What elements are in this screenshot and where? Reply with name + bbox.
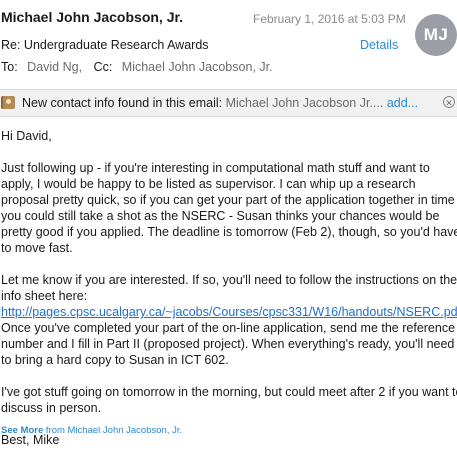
contact-card-icon bbox=[1, 96, 15, 109]
body-line: Once you've completed your part of the o… bbox=[1, 321, 456, 335]
body-line: number and I fill in Part II (proposed p… bbox=[1, 337, 455, 351]
to-label: To: bbox=[1, 60, 18, 74]
see-more-from[interactable]: from Michael John Jacobson, Jr. bbox=[46, 425, 182, 436]
cc-label: Cc: bbox=[93, 60, 113, 74]
body-line: you could still take a shot as the NSERC… bbox=[1, 209, 440, 223]
paragraph-2: Let me know if you are interested. If so… bbox=[1, 272, 457, 368]
paragraph-3: I've got stuff going on tomorrow in the … bbox=[1, 384, 457, 416]
to-recipient[interactable]: David Ng, bbox=[27, 60, 82, 74]
details-link[interactable]: Details bbox=[360, 38, 398, 52]
message-header: Michael John Jacobson, Jr. February 1, 2… bbox=[0, 0, 457, 84]
nserc-pdf-link[interactable]: http://pages.cpsc.ucalgary.ca/~jacobs/Co… bbox=[1, 305, 457, 319]
body-line: pretty good if you applied. The deadline… bbox=[1, 225, 457, 239]
body-line: Let me know if you are interested. If so… bbox=[1, 273, 457, 287]
body-line: to bring a hard copy to Susan in ICT 602… bbox=[1, 353, 229, 367]
banner-text: New contact info found in this email: bbox=[22, 96, 223, 110]
greeting: Hi David, bbox=[1, 129, 52, 143]
body-line: I've got stuff going on tomorrow in the … bbox=[1, 385, 457, 399]
banner-contact: Michael John Jacobson Jr.... bbox=[225, 96, 384, 110]
body-line: discuss in person. bbox=[1, 401, 102, 415]
add-contact-link[interactable]: add... bbox=[387, 96, 418, 110]
body-line: apply, I would be happy to be listed as … bbox=[1, 177, 416, 191]
message-body: Hi David, Just following up - if you're … bbox=[1, 128, 457, 464]
avatar: MJ bbox=[415, 14, 457, 56]
body-line: to move fast. bbox=[1, 241, 73, 255]
subject-line: Re: Undergraduate Research Awards bbox=[1, 38, 209, 52]
body-line: info sheet here: bbox=[1, 289, 88, 303]
see-more-link[interactable]: See More bbox=[1, 425, 43, 436]
close-icon[interactable]: ✕ bbox=[443, 96, 455, 108]
cc-recipient[interactable]: Michael John Jacobson, Jr. bbox=[122, 60, 273, 74]
body-line: Just following up - if you're interestin… bbox=[1, 161, 430, 175]
contact-info-banner: New contact info found in this email: Mi… bbox=[0, 89, 457, 117]
body-line: proposal pretty quick, so if you can get… bbox=[1, 193, 455, 207]
paragraph-1: Just following up - if you're interestin… bbox=[1, 160, 457, 256]
see-more-row: See More from Michael John Jacobson, Jr. bbox=[1, 425, 182, 436]
message-date: February 1, 2016 at 5:03 PM bbox=[253, 12, 406, 26]
sender-name[interactable]: Michael John Jacobson, Jr. bbox=[1, 9, 183, 25]
banner-message: New contact info found in this email: Mi… bbox=[22, 96, 418, 110]
recipients-row: To: David Ng, Cc: Michael John Jacobson,… bbox=[1, 60, 273, 74]
